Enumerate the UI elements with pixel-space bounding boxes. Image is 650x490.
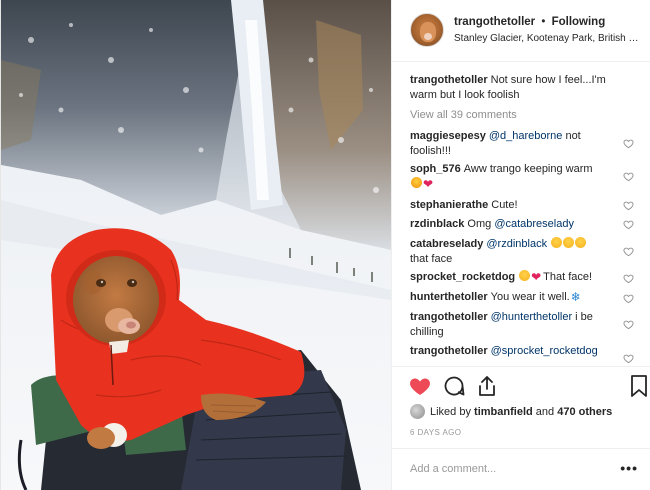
- post-timestamp[interactable]: 6 DAYS AGO: [410, 428, 461, 437]
- comment-mention[interactable]: @sprocket_rocketdog: [491, 345, 598, 357]
- bookmark-icon[interactable]: [627, 374, 650, 398]
- heart-icon[interactable]: [408, 374, 432, 398]
- author-avatar[interactable]: [410, 13, 444, 47]
- separator-dot: •: [541, 16, 546, 28]
- heart-outline-icon[interactable]: [623, 273, 634, 284]
- heart-outline-icon[interactable]: [623, 319, 634, 330]
- comments-section: trangothetoller Not sure how I feel...I'm…: [392, 63, 650, 366]
- comment-username[interactable]: rzdinblack: [410, 218, 464, 230]
- laughing-emoji: [563, 237, 575, 248]
- comment-item: sprocket_rocketdog ❤ That face!: [410, 270, 610, 285]
- add-comment-input[interactable]: [410, 459, 600, 479]
- heart-outline-icon[interactable]: [623, 171, 634, 182]
- following-button[interactable]: Following: [552, 16, 606, 28]
- heart-outline-icon[interactable]: [623, 293, 634, 304]
- comment-item: maggiesepesy @d_hareborne not foolish!!!: [410, 129, 610, 159]
- post-header: trangothetoller • Following Stanley Glac…: [392, 0, 650, 62]
- likes-others-link[interactable]: 470 others: [557, 406, 612, 418]
- more-options-icon[interactable]: •••: [620, 460, 638, 476]
- snowflake-emoji: ❄: [570, 290, 581, 304]
- post-photo[interactable]: [1, 0, 391, 490]
- comment-mention[interactable]: @catabreselady: [494, 218, 574, 230]
- add-comment-bar: •••: [392, 448, 650, 490]
- post-details-panel: trangothetoller • Following Stanley Glac…: [391, 0, 650, 490]
- heart-outline-icon[interactable]: [623, 200, 634, 211]
- comment-username[interactable]: trangothetoller: [410, 311, 488, 323]
- comment-username[interactable]: hunterthetoller: [410, 291, 488, 303]
- comment-text: Cute!: [491, 199, 518, 211]
- comment-text: You wear it well.: [490, 291, 570, 303]
- comment-username[interactable]: stephanierathe: [410, 199, 488, 211]
- heart-outline-icon[interactable]: [623, 353, 634, 364]
- author-row: trangothetoller • Following: [454, 16, 605, 28]
- comment-mention[interactable]: @rzdinblack: [486, 238, 547, 250]
- comment-icon[interactable]: [442, 374, 466, 398]
- comment-item: catabreselady @rzdinblack that face: [410, 237, 610, 267]
- view-all-comments-link[interactable]: View all 39 comments: [410, 109, 517, 121]
- location-link[interactable]: Stanley Glacier, Kootenay Park, British …: [454, 33, 644, 44]
- likes-prefix: Liked by: [430, 406, 471, 418]
- laughing-emoji: [551, 237, 563, 248]
- dog-in-snow-image: [1, 0, 391, 490]
- red-heart-emoji: ❤: [531, 270, 542, 284]
- red-heart-emoji: ❤: [423, 177, 434, 191]
- comment-item: trangothetoller @sprocket_rocketdog: [410, 344, 610, 359]
- share-icon[interactable]: [475, 374, 499, 398]
- comment-item: soph_576 Aww trango keeping warm ❤: [410, 162, 610, 192]
- comment-username[interactable]: trangothetoller: [410, 345, 488, 357]
- heart-outline-icon[interactable]: [623, 246, 634, 257]
- comment-item: stephanierathe Cute!: [410, 198, 610, 213]
- heart-outline-icon[interactable]: [623, 138, 634, 149]
- comment-mention[interactable]: @hunterthetoller: [491, 311, 573, 323]
- comment-username[interactable]: sprocket_rocketdog: [410, 271, 515, 283]
- star-struck-emoji: [411, 177, 422, 188]
- laughing-emoji: [575, 237, 587, 248]
- comment-text: That face!: [543, 271, 593, 283]
- likes-summary: Liked by timbanfield and 470 others: [410, 404, 612, 419]
- likes-conjunction: and: [535, 406, 555, 418]
- comment-username[interactable]: maggiesepesy: [410, 130, 486, 142]
- comment-mention[interactable]: @d_hareborne: [489, 130, 563, 142]
- comment-username[interactable]: catabreselady: [410, 238, 483, 250]
- liker-avatar[interactable]: [410, 404, 425, 419]
- comment-username[interactable]: soph_576: [410, 163, 461, 175]
- author-username[interactable]: trangothetoller: [454, 16, 535, 28]
- liker-username[interactable]: timbanfield: [474, 406, 533, 418]
- caption-username[interactable]: trangothetoller: [410, 74, 488, 86]
- comment-item: trangothetoller @hunterthetoller i be chi…: [410, 310, 610, 340]
- comment-item: rzdinblack Omg @catabreselady: [410, 217, 610, 232]
- instagram-post: trangothetoller • Following Stanley Glac…: [0, 0, 650, 490]
- laughing-emoji: [519, 270, 531, 281]
- comment-text: that face: [410, 253, 453, 265]
- heart-outline-icon[interactable]: [623, 219, 634, 230]
- avatar-dog-snout: [424, 33, 432, 40]
- comment-item: hunterthetoller You wear it well.❄: [410, 290, 610, 305]
- post-caption: trangothetoller Not sure how I feel...I'm…: [410, 73, 630, 103]
- comment-text: Aww trango keeping warm: [463, 163, 593, 175]
- comment-text: Omg: [467, 218, 495, 230]
